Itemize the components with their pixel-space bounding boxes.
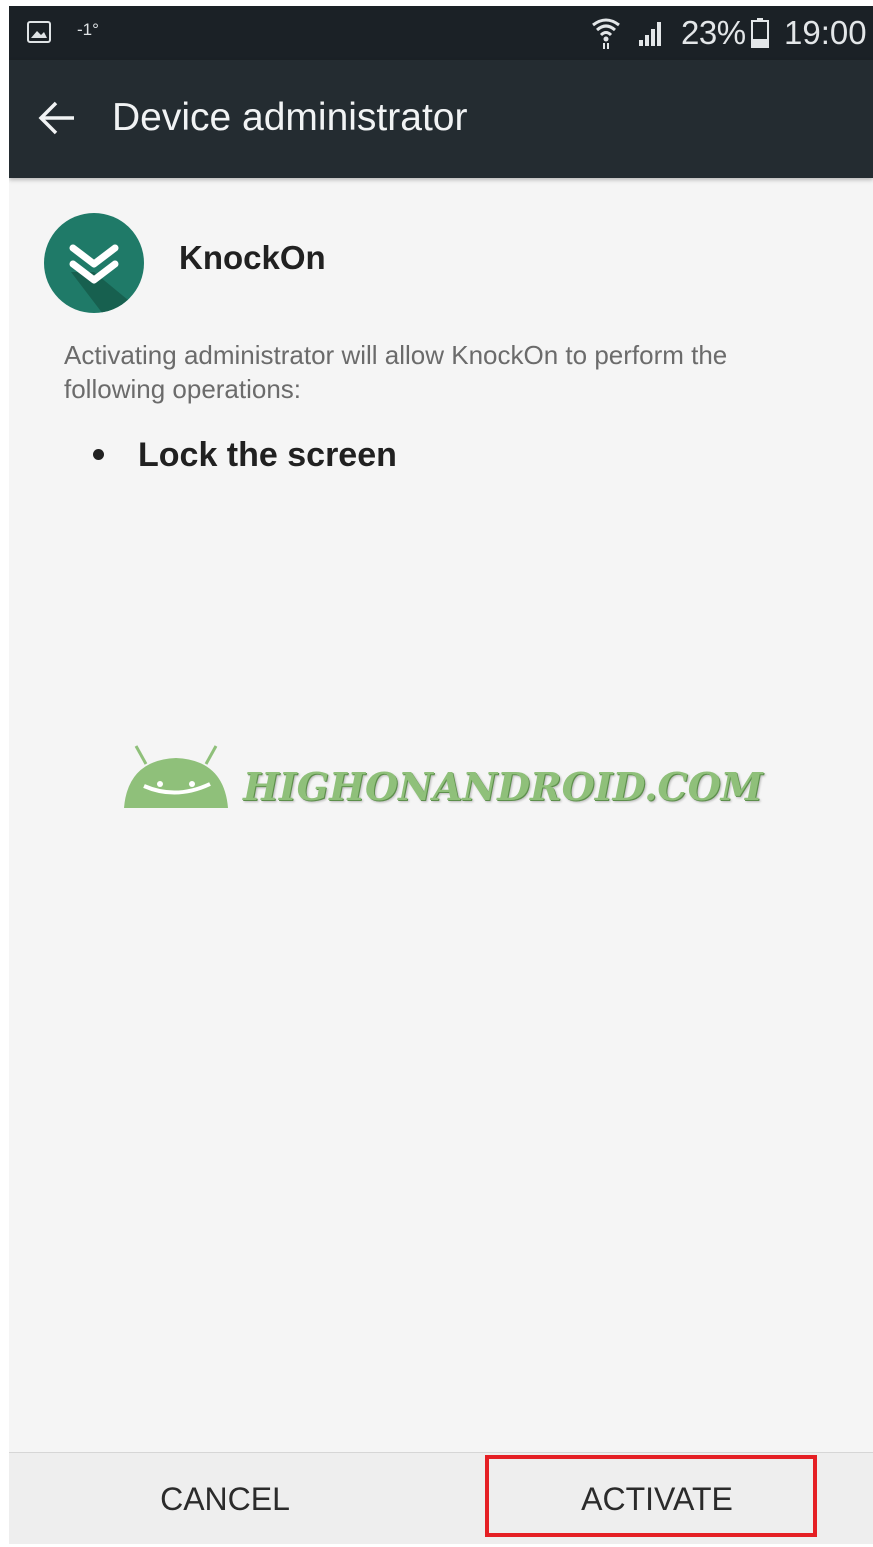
battery-icon: [751, 18, 769, 48]
watermark-text: HIGHONANDROID.COM: [243, 764, 763, 809]
bullet-dot: [93, 448, 104, 460]
activate-highlight-box: [485, 1455, 817, 1537]
status-bar: -1° 23% 19:00: [9, 6, 873, 60]
android-watermark-logo: [124, 745, 228, 808]
signal-icon: [639, 22, 661, 46]
clock-time: 19:00: [784, 14, 867, 51]
arrow-back-icon[interactable]: [37, 100, 77, 136]
gallery-icon: [27, 21, 51, 43]
double-chevron-down-icon: [44, 213, 144, 313]
device-admin-screen: -1° 23% 19:00 Device administrator Knock…: [9, 6, 873, 1544]
app-name: KnockOn: [179, 239, 326, 276]
page-title: Device administrator: [112, 96, 468, 139]
operation-item: Lock the screen: [93, 436, 397, 475]
permission-description: Activating administrator will allow Knoc…: [64, 340, 728, 404]
cancel-button[interactable]: CANCEL: [9, 1453, 441, 1544]
battery-percent: 23%: [681, 14, 746, 51]
temperature-text: -1°: [77, 20, 99, 39]
operation-label: Lock the screen: [138, 436, 397, 474]
wifi-icon: [592, 18, 620, 49]
app-bar: Device administrator: [9, 60, 873, 178]
